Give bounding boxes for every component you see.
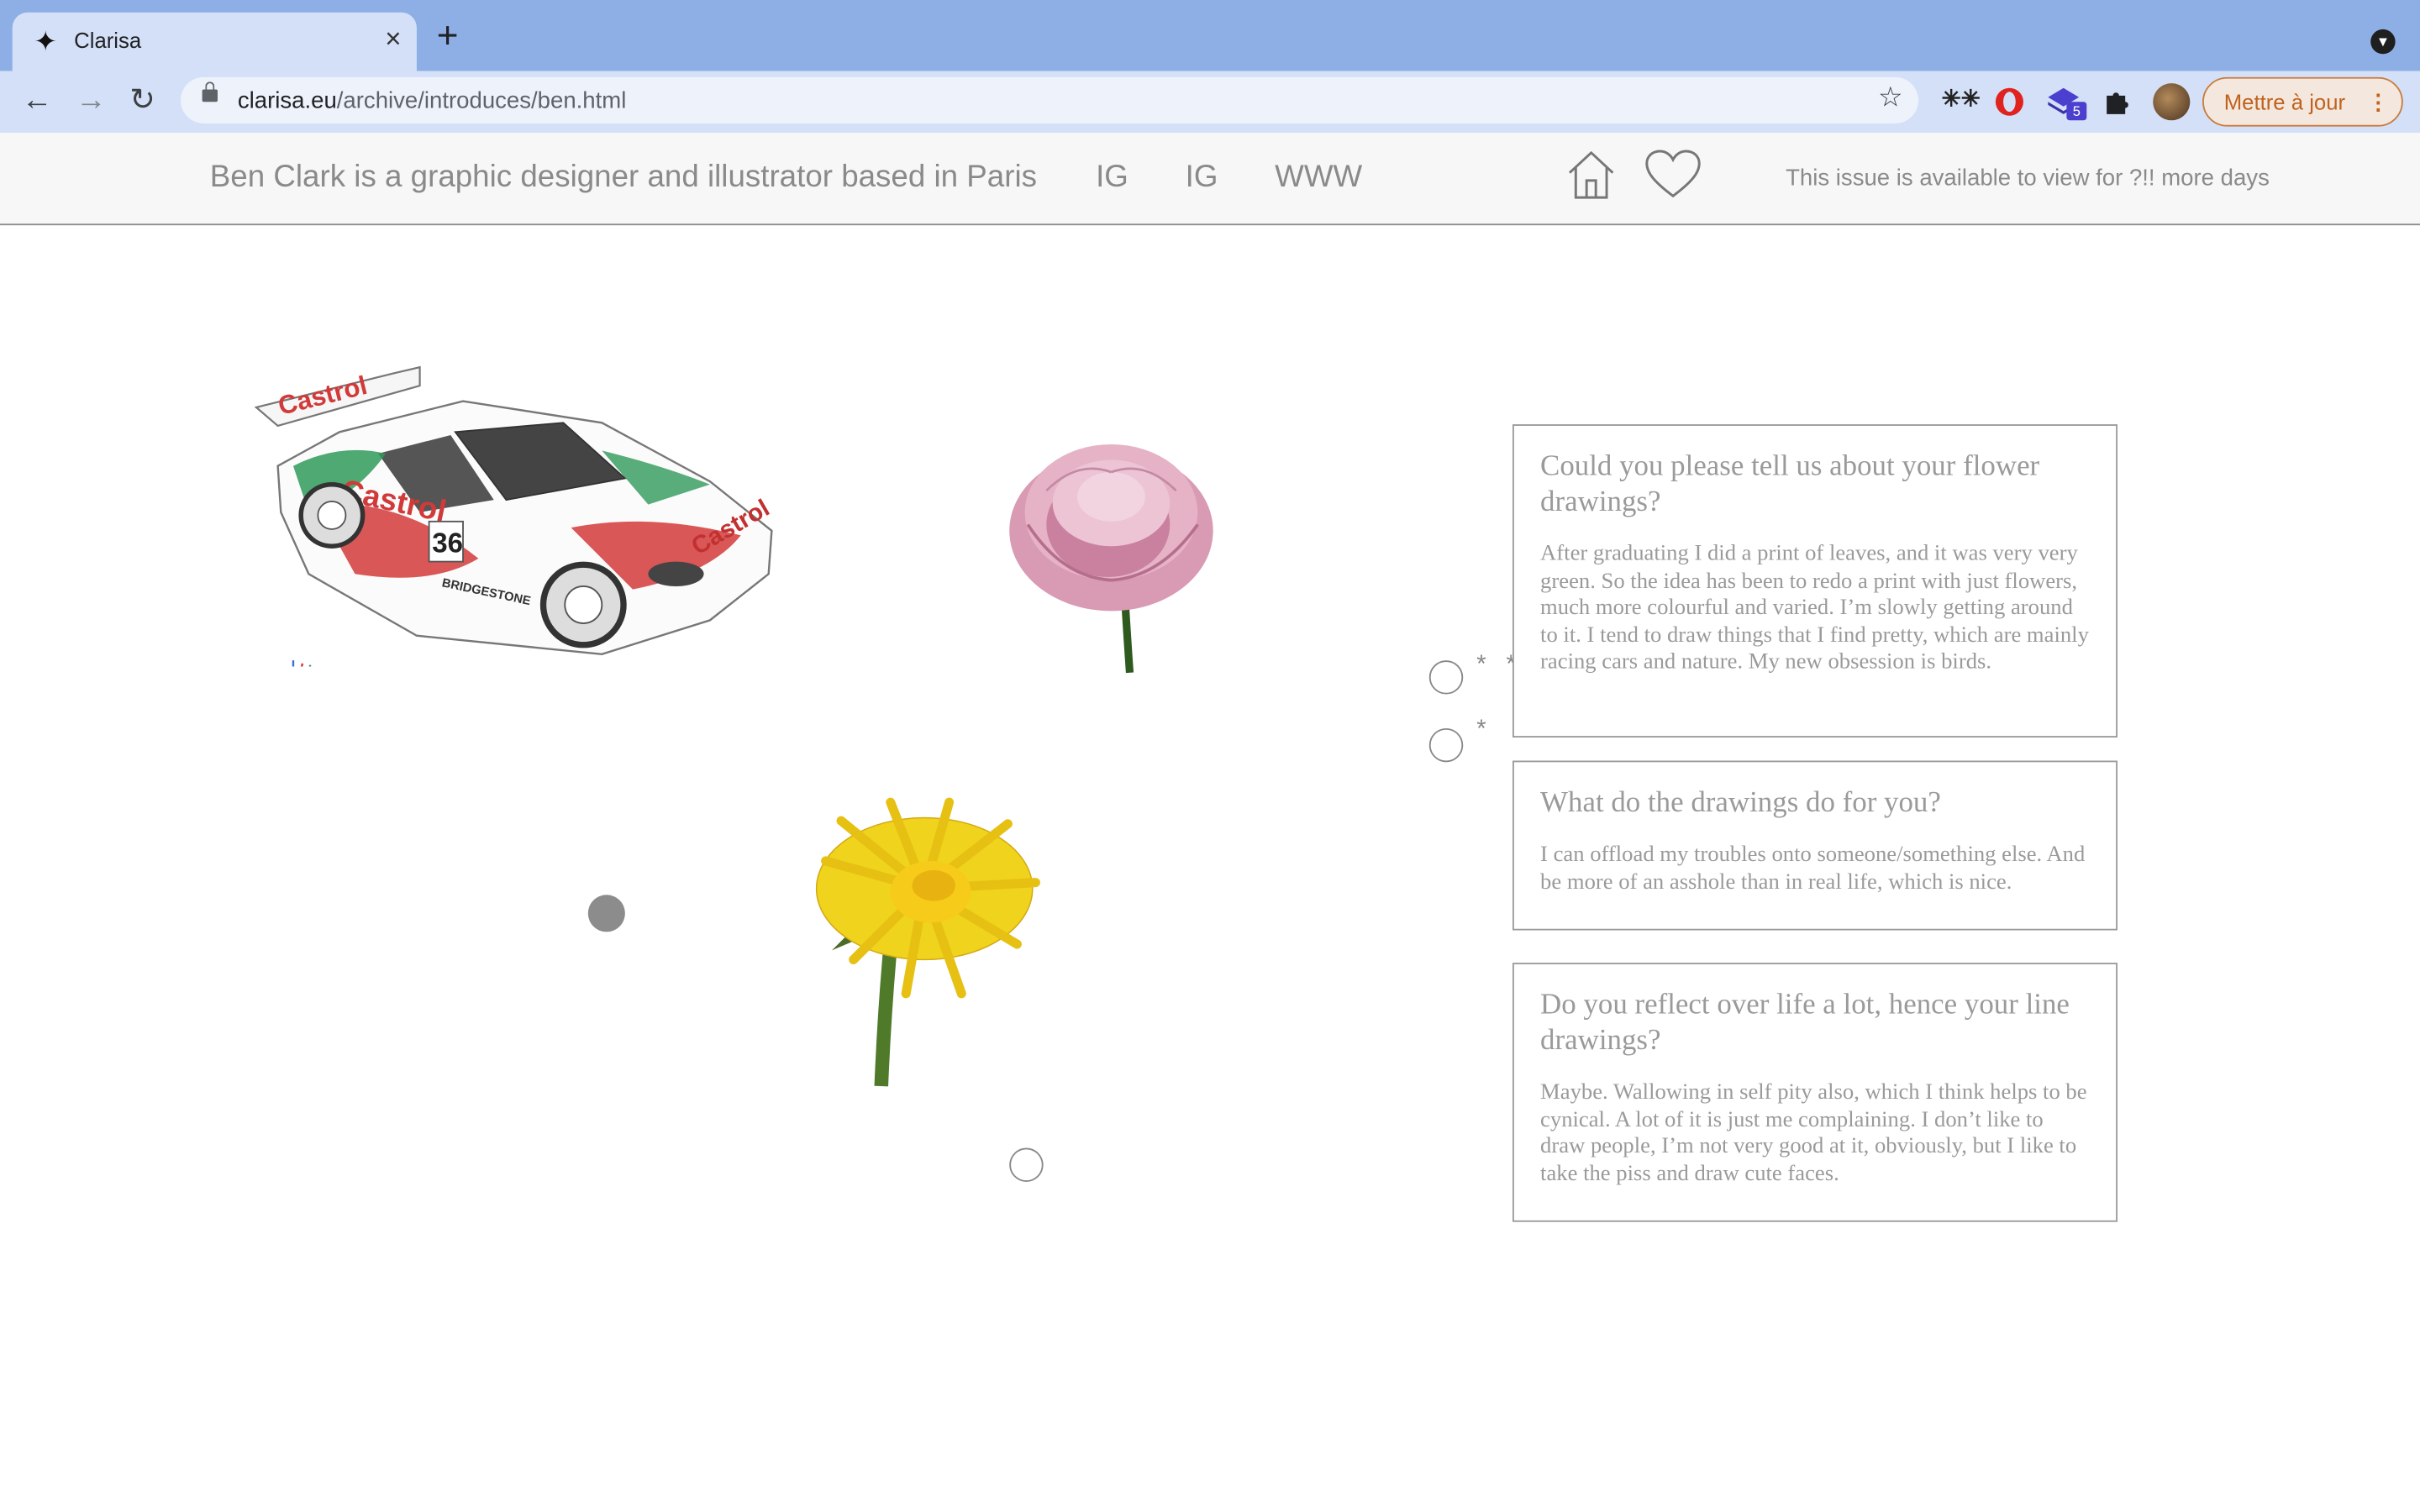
active-marker-dot[interactable] (587, 895, 625, 932)
instagram-link-2[interactable]: IG (1186, 160, 1218, 196)
tab-strip: ✦ Clarisa × + ▼ (0, 0, 2420, 71)
website-link[interactable]: WWW (1275, 160, 1362, 196)
bookmark-star-icon[interactable]: ☆ (1878, 81, 1903, 114)
extensions-puzzle-icon[interactable] (2102, 85, 2133, 116)
address-bar[interactable]: clarisa.eu/archive/introduces/ben.html ☆ (180, 76, 1919, 123)
opera-extension-icon[interactable] (1994, 87, 2025, 118)
yellow-dandelion-image[interactable] (810, 796, 1044, 1089)
profile-avatar[interactable] (2153, 83, 2191, 121)
question-heading: Do you reflect over life a lot, hence yo… (1540, 989, 2070, 1058)
question-heading: What do the drawings do for you? (1540, 786, 1941, 820)
interview-marker-1[interactable] (1428, 660, 1464, 695)
more-menu-icon: ⋮ (2367, 89, 2390, 114)
answer-text: I can offload my troubles onto someone/s… (1540, 842, 2086, 895)
close-tab-icon[interactable]: × (385, 24, 401, 56)
answer-text: Maybe. Wallowing in self pity also, whic… (1540, 1079, 2087, 1186)
qa-card-line-drawings: Do you reflect over life a lot, hence yo… (1512, 963, 2118, 1222)
heart-icon[interactable] (1644, 148, 1702, 200)
tab-search-chevron-icon[interactable]: ▼ (2370, 29, 2396, 55)
url-text[interactable]: clarisa.eu/archive/introduces/ben.html (238, 88, 627, 114)
new-tab-icon[interactable]: + (437, 18, 459, 55)
browser-toolbar: ← → ↻ clarisa.eu/archive/introduces/ben.… (0, 71, 2420, 134)
forward-arrow-icon[interactable]: → (76, 81, 107, 118)
car-number: 36 (432, 528, 463, 559)
tab-title: Clarisa (74, 28, 142, 53)
answer-text: After graduating I did a print of leaves… (1540, 541, 2089, 675)
back-arrow-icon[interactable]: ← (22, 81, 53, 118)
update-browser-button[interactable]: Mettre à jour ⋮ (2202, 76, 2403, 127)
asterisk-marker-single: * (1474, 717, 1489, 746)
extension-asterisks-icon[interactable]: ✳✳ (1942, 85, 1981, 116)
site-header: Ben Clark is a graphic designer and illu… (0, 132, 2420, 226)
extension-count-badge: 5 (2066, 102, 2087, 121)
tab-favicon-icon: ✦ (34, 26, 58, 57)
qa-card-drawings-purpose: What do the drawings do for you? I can o… (1512, 760, 2118, 931)
instagram-link-1[interactable]: IG (1096, 160, 1128, 196)
home-icon[interactable] (1565, 148, 1617, 200)
question-heading: Could you please tell us about your flow… (1540, 450, 2040, 519)
interview-marker-2[interactable] (1428, 727, 1464, 763)
interview-marker-3[interactable] (1009, 1147, 1044, 1182)
browser-tab[interactable]: ✦ Clarisa × (12, 12, 417, 71)
reload-icon[interactable]: ↻ (129, 81, 155, 118)
issue-availability: This issue is available to view for ?!! … (1786, 165, 2270, 192)
lock-icon (202, 81, 218, 102)
pink-peony-image[interactable] (1000, 429, 1223, 680)
artist-description: Ben Clark is a graphic designer and illu… (209, 160, 1037, 195)
race-car-drawing[interactable]: Castrol Castrol Castrol 36 BRIDGESTONE (247, 358, 787, 667)
qa-card-flower-drawings: Could you please tell us about your flow… (1512, 424, 2118, 738)
